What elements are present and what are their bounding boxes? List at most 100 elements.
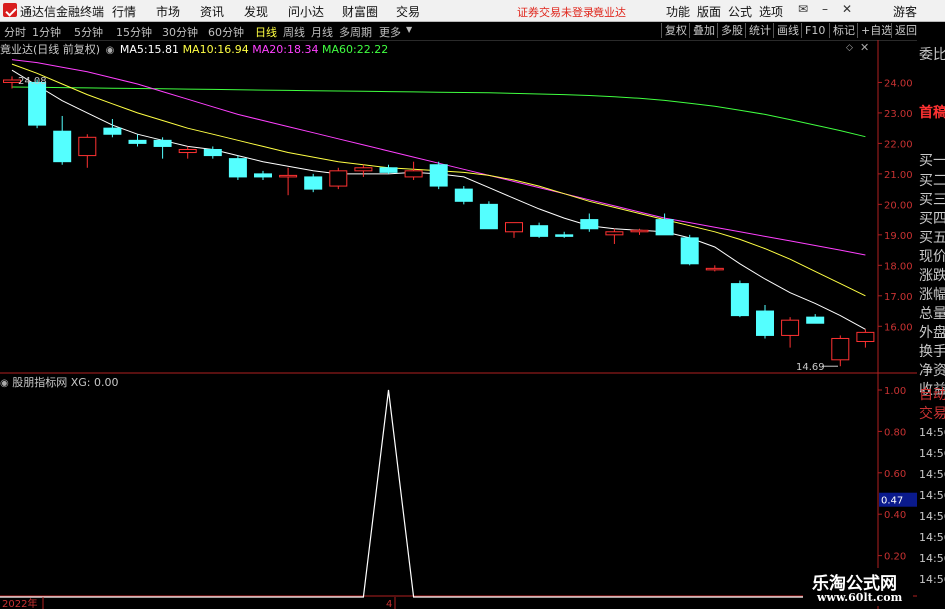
trade-time: 14:56 xyxy=(919,510,945,523)
y-tick-label: 16.00 xyxy=(884,322,913,333)
candle xyxy=(856,329,875,348)
watermark-url: www.60lt.com xyxy=(817,591,903,604)
side-panel-label: 外盘 xyxy=(919,325,945,341)
period-tab-1min[interactable]: 1分钟 xyxy=(32,24,61,40)
period-tab-intraday[interactable]: 分时 xyxy=(4,24,26,40)
candle-body xyxy=(53,130,72,163)
guest-label[interactable]: 游客 xyxy=(893,3,917,20)
candle-body xyxy=(429,164,448,187)
menu-wealth[interactable]: 财富圈 xyxy=(342,3,378,20)
candle-body xyxy=(605,231,624,236)
menu-function[interactable]: 功能 xyxy=(666,3,690,20)
mail-icon[interactable]: ✉ xyxy=(796,2,810,16)
period-tab-60min[interactable]: 60分钟 xyxy=(208,24,244,40)
menu-news[interactable]: 资讯 xyxy=(200,3,224,20)
trade-time: 14:56 xyxy=(919,552,945,565)
y-tick-label: 24.00 xyxy=(884,78,913,89)
adjust-button[interactable]: 复权 xyxy=(661,23,687,38)
top-menu-bar: 通达信金融终端 行情 市场 资讯 发现 问小达 财富圈 交易 证券交易未登录 竟… xyxy=(0,0,945,22)
candle-body xyxy=(304,176,323,190)
more-dropdown-icon[interactable]: ▼ xyxy=(406,25,412,34)
xg-signal-line xyxy=(0,389,878,598)
menu-layout[interactable]: 版面 xyxy=(697,3,721,20)
side-panel-label: 净资 xyxy=(919,363,945,379)
period-tab-5min[interactable]: 5分钟 xyxy=(74,24,103,40)
value-readout: 0.47 xyxy=(881,496,903,507)
trade-time: 14:56 xyxy=(919,426,945,439)
candle xyxy=(329,167,348,190)
period-tab-multi[interactable]: 多周期 xyxy=(339,24,372,40)
candle-body xyxy=(555,234,574,237)
candle-body xyxy=(404,170,423,178)
side-panel-label: 首稿 xyxy=(919,105,945,121)
menu-market[interactable]: 市场 xyxy=(156,3,180,20)
candle xyxy=(354,164,373,177)
candle-body xyxy=(28,81,47,126)
period-tab-monthly[interactable]: 月线 xyxy=(311,24,333,40)
candle-body xyxy=(806,316,825,324)
candle-body xyxy=(530,225,549,237)
candle-body xyxy=(831,337,850,361)
overlay-button[interactable]: 叠加 xyxy=(689,23,715,38)
mark-button[interactable]: 标记 xyxy=(829,23,855,38)
ma60-line xyxy=(11,86,866,138)
login-status[interactable]: 证券交易未登录 xyxy=(517,4,594,20)
multi-stock-button[interactable]: 多股 xyxy=(717,23,743,38)
period-tab-weekly[interactable]: 周线 xyxy=(283,24,305,40)
period-tab-more[interactable]: 更多 xyxy=(379,24,401,40)
sub-y-tick-label: 1.00 xyxy=(884,386,906,397)
period-tab-15min[interactable]: 15分钟 xyxy=(116,24,152,40)
candle-body xyxy=(655,219,674,236)
side-panel-label: 买一 xyxy=(919,153,945,169)
period-tab-daily[interactable]: 日线 xyxy=(255,24,277,40)
menu-discover[interactable]: 发现 xyxy=(244,3,268,20)
side-panel-label[interactable]: 自动 xyxy=(919,384,945,404)
side-panel-label: 委比 xyxy=(919,47,945,63)
candle-body xyxy=(153,139,172,147)
side-panel-label[interactable]: 交易 xyxy=(919,403,945,423)
y-tick-label: 17.00 xyxy=(884,292,913,303)
minimize-icon[interactable]: – xyxy=(818,2,832,16)
y-tick-label: 22.00 xyxy=(884,139,913,150)
close-icon[interactable]: ✕ xyxy=(840,2,854,16)
draw-line-button[interactable]: 画线 xyxy=(773,23,799,38)
candle-body xyxy=(354,167,373,172)
menu-ask[interactable]: 问小达 xyxy=(288,3,324,20)
statistics-button[interactable]: 统计 xyxy=(745,23,771,38)
candle-body xyxy=(228,158,247,178)
candle xyxy=(279,167,298,196)
period-tab-30min[interactable]: 30分钟 xyxy=(162,24,198,40)
kline-chart[interactable]: 24.00 23.00 22.00 21.00 20.00 19.00 18.00 17.00… xyxy=(0,40,917,609)
side-panel-label: 买二 xyxy=(919,173,945,189)
candle xyxy=(404,161,423,180)
candle xyxy=(580,213,599,232)
candle-body xyxy=(203,148,222,157)
sub-y-tick-label: 0.40 xyxy=(884,510,906,521)
app-title: 通达信金融终端 xyxy=(20,5,105,19)
stock-name-title: 竟业达 xyxy=(593,6,626,19)
candle xyxy=(254,170,272,180)
y-tick-label: 19.00 xyxy=(884,231,913,242)
candle xyxy=(680,234,699,266)
candle-body xyxy=(279,174,298,178)
candle xyxy=(78,134,97,168)
menu-formula[interactable]: 公式 xyxy=(728,3,752,20)
trade-time: 14:56 xyxy=(919,531,945,544)
candle-body xyxy=(178,148,197,154)
back-button[interactable]: 返回 xyxy=(891,23,917,38)
trade-time: 14:56 xyxy=(919,468,945,481)
menu-quotes[interactable]: 行情 xyxy=(112,3,136,20)
low-price-label: 14.69 xyxy=(796,362,825,373)
candle xyxy=(479,201,498,230)
f10-button[interactable]: F10 xyxy=(801,23,825,38)
candle-body xyxy=(103,127,122,135)
menu-options[interactable]: 选项 xyxy=(759,3,783,20)
candle xyxy=(304,173,323,193)
candle-body xyxy=(479,203,498,230)
trade-time: 14:56 xyxy=(919,489,945,502)
candle xyxy=(454,186,473,205)
candle xyxy=(730,280,749,318)
candle xyxy=(379,164,398,174)
add-favorite-button[interactable]: +自选 xyxy=(857,23,892,38)
menu-trade[interactable]: 交易 xyxy=(396,3,420,20)
